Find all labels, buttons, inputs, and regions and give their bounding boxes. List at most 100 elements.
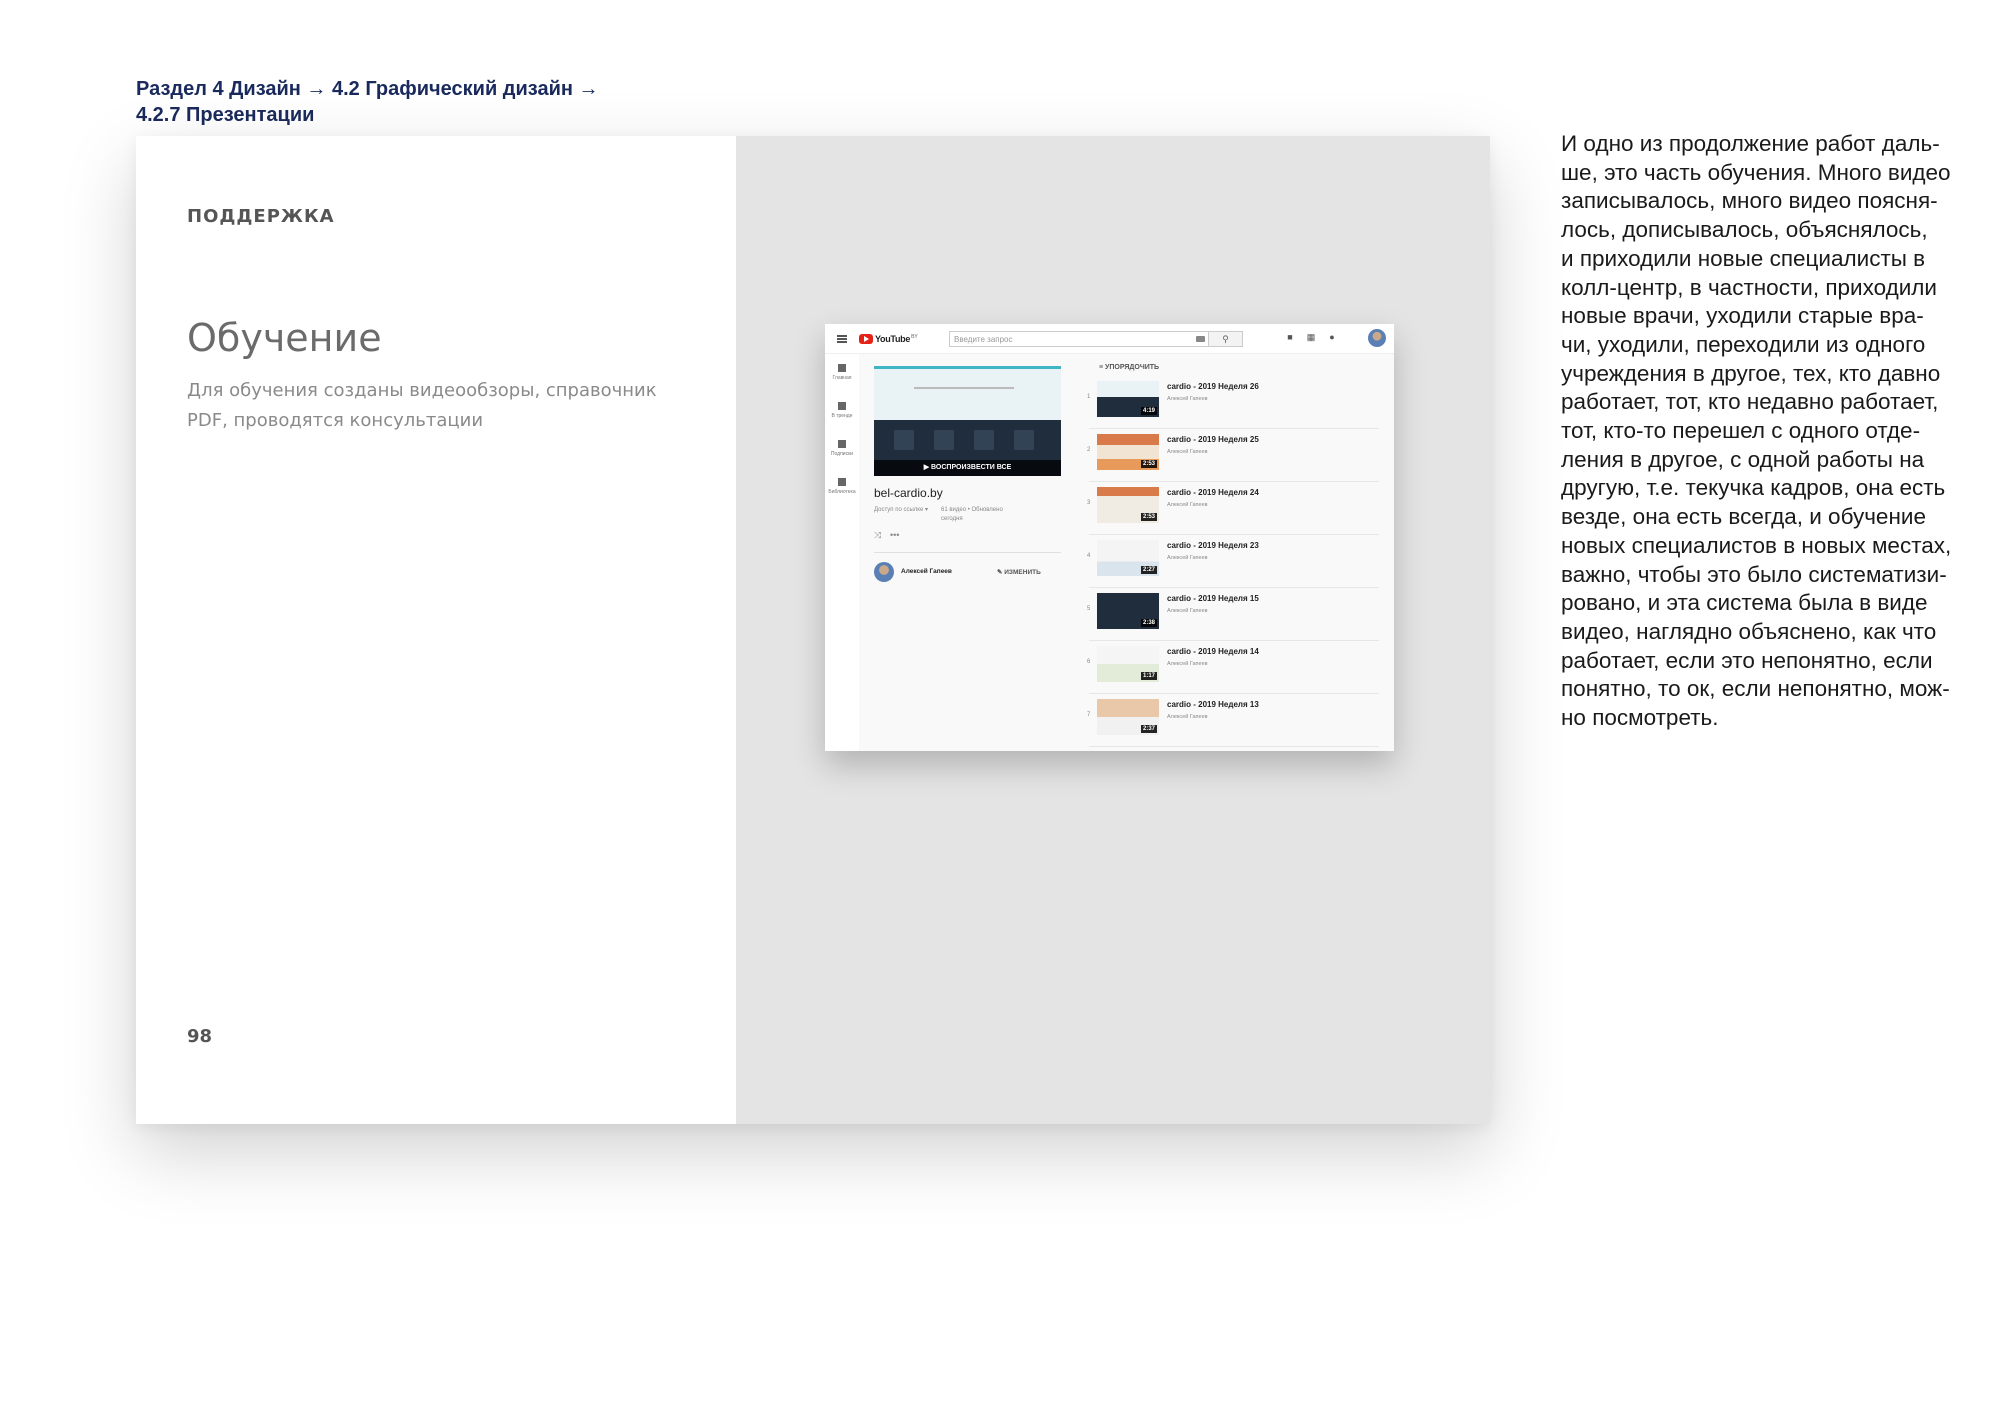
video-index: 1: [1087, 394, 1091, 400]
video-thumbnail: 2:53: [1097, 487, 1159, 523]
body-text-line: новые врачи, уходили старые вра-: [1561, 303, 1924, 329]
body-text-line: И одно из продолжение работ даль-: [1561, 131, 1940, 156]
video-camera-icon: ■: [1287, 332, 1293, 342]
video-author: Алексей Гапеев: [1167, 555, 1208, 561]
video-duration: 2:38: [1140, 619, 1157, 627]
video-row: 2 2:53 cardio - 2019 Неделя 25 Алексей Гапе…: [1079, 429, 1379, 482]
video-index: 2: [1087, 447, 1091, 453]
video-author: Алексей Гапеев: [1167, 502, 1208, 508]
video-row: 7 2:37 cardio - 2019 Неделя 13 Алексей Гапе…: [1079, 694, 1379, 747]
body-text-line: важно, чтобы это было систематизи-: [1561, 561, 1947, 587]
body-text-line: видео, наглядно объяснено, как что: [1561, 618, 1937, 644]
body-text-line: но посмотреть.: [1561, 705, 1719, 731]
video-title: cardio - 2019 Неделя 13: [1167, 700, 1259, 709]
video-row: 4 2:27 cardio - 2019 Неделя 23 Алексей Гапе…: [1079, 535, 1379, 588]
sidebar-item-label: В тренде: [831, 413, 853, 419]
video-title: cardio - 2019 Неделя 26: [1167, 382, 1259, 391]
body-text-line: и приходили новые специалисты в: [1561, 245, 1926, 271]
video-index: 5: [1087, 606, 1091, 612]
video-author: Алексей Гапеев: [1167, 714, 1208, 720]
video-index: 4: [1087, 553, 1091, 559]
video-duration: 4:19: [1140, 407, 1157, 415]
video-thumbnail: 1:17: [1097, 646, 1159, 682]
edit-button: ✎ ИЗМЕНИТЬ: [997, 569, 1041, 576]
home-icon: [838, 364, 846, 372]
section-kicker: ПОДДЕРЖКА: [187, 206, 335, 227]
video-title: cardio - 2019 Неделя 25: [1167, 435, 1259, 444]
video-thumbnail: 2:38: [1097, 593, 1159, 629]
breadcrumb-line-2: 4.2.7 Презентации: [136, 104, 315, 126]
sidebar-item-library: Библиотека: [825, 478, 859, 495]
sidebar-item-home: Главная: [825, 364, 859, 381]
youtube-logo: YouTube BY: [859, 333, 918, 344]
body-text-line: ления в другое, с одной работы на: [1561, 446, 1925, 472]
playlist-access: Доступ по ссылке ▾: [874, 507, 928, 513]
left-page: ПОДДЕРЖКА Обучение Для обучения созданы …: [136, 136, 736, 1124]
sidebar-item-subscriptions: Подписки: [825, 440, 859, 457]
video-author: Алексей Гапеев: [1167, 661, 1208, 667]
video-author: Алексей Гапеев: [1167, 449, 1208, 455]
youtube-screenshot: YouTube BY Введите запрос ⚲ ■ ▦ ● Главна…: [825, 324, 1394, 751]
video-thumbnail: 4:19: [1097, 381, 1159, 417]
sidebar-item-label: Библиотека: [828, 489, 856, 495]
playlist-thumbnail: ▶ ВОСПРОИЗВЕСТИ ВСЕ: [874, 366, 1061, 476]
video-duration: 2:53: [1140, 460, 1157, 468]
body-text-line: чи, уходили, переходили из одного: [1561, 331, 1926, 357]
sidebar-item-trending: В тренде: [825, 402, 859, 419]
video-thumbnail: 2:37: [1097, 699, 1159, 735]
video-row: 6 1:17 cardio - 2019 Неделя 14 Алексей Гапе…: [1079, 641, 1379, 694]
menu-icon: [837, 334, 847, 343]
video-index: 3: [1087, 500, 1091, 506]
video-row: 5 2:38 cardio - 2019 Неделя 15 Алексей Гапе…: [1079, 588, 1379, 641]
video-author: Алексей Гапеев: [1167, 396, 1208, 402]
video-duration: 2:53: [1140, 513, 1157, 521]
video-index: 6: [1087, 659, 1091, 665]
playlist-stats: 61 видео • Обновлено сегодня: [941, 507, 1003, 522]
page-number: 98: [187, 1026, 213, 1047]
body-text-line: ровано, и эта система была в виде: [1561, 590, 1928, 616]
right-page: YouTube BY Введите запрос ⚲ ■ ▦ ● Главна…: [736, 136, 1490, 1124]
video-title: cardio - 2019 Неделя 24: [1167, 488, 1259, 497]
presentation-spread: ПОДДЕРЖКА Обучение Для обучения созданы …: [136, 136, 1490, 1124]
subscriptions-icon: [838, 440, 846, 448]
youtube-play-icon: [859, 333, 873, 344]
folder-icon: [838, 478, 846, 486]
video-row: 3 2:53 cardio - 2019 Неделя 24 Алексей Гапе…: [1079, 482, 1379, 535]
breadcrumb-line-1: Раздел 4 Дизайн → 4.2 Графический дизайн…: [136, 78, 599, 100]
playlist-owner: Алексей Гапеев: [901, 568, 952, 575]
body-text-line: работает, если это непонятно, если: [1561, 647, 1933, 673]
page-description: Для обучения созданы видеообзоры, справо…: [187, 380, 657, 431]
video-list: ≡ УПОРЯДОЧИТЬ 1 4:19 cardio - 2019 Неделя …: [1079, 354, 1394, 751]
body-text-line: другую, т.е. текучка кадров, она есть: [1561, 475, 1946, 501]
body-text-line: ше, это часть обучения. Много видео: [1561, 159, 1951, 185]
divider: [874, 552, 1061, 553]
body-text-line: понятно, то ок, если непонятно, мож-: [1561, 676, 1950, 702]
video-duration: 2:37: [1140, 725, 1157, 733]
youtube-account-avatar: [1368, 329, 1386, 347]
video-index: 7: [1087, 712, 1091, 718]
body-text-line: везде, она есть всегда, и обучение: [1561, 504, 1926, 530]
playlist-title: bel-cardio.by: [874, 486, 943, 500]
body-text-line: работает, тот, кто недавно работает,: [1561, 389, 1939, 415]
video-row: 1 4:19 cardio - 2019 Неделя 26 Алексей Гапе…: [1079, 376, 1379, 429]
playlist-panel: ▶ ВОСПРОИЗВЕСТИ ВСЕ bel-cardio.by Доступ…: [859, 354, 1079, 751]
keyboard-icon: [1196, 336, 1205, 342]
youtube-logo-text: YouTube: [875, 333, 911, 344]
sidebar-item-label: Главная: [832, 375, 852, 381]
body-text: И одно из продолжение работ даль-ше, это…: [1561, 130, 1981, 733]
apps-grid-icon: ▦: [1306, 332, 1316, 342]
owner-avatar: [874, 562, 894, 582]
body-text-line: тот, кто-то перешел с одного отде-: [1561, 418, 1921, 444]
more-icon: •••: [890, 530, 900, 540]
youtube-search-input: Введите запрос: [949, 331, 1209, 347]
youtube-logo-region: BY: [911, 333, 918, 340]
body-text-line: новых специалистов в новых местах,: [1561, 532, 1952, 558]
page-title: Обучение: [187, 316, 382, 360]
video-title: cardio - 2019 Неделя 14: [1167, 647, 1259, 656]
play-all-button: ▶ ВОСПРОИЗВЕСТИ ВСЕ: [874, 460, 1061, 476]
body-text-line: колл-центр, в частности, приходили: [1561, 274, 1937, 300]
youtube-search-placeholder: Введите запрос: [954, 335, 1013, 344]
video-title: cardio - 2019 Неделя 23: [1167, 541, 1259, 550]
sort-button: ≡ УПОРЯДОЧИТЬ: [1099, 364, 1160, 371]
body-text-line: записывалось, много видео поясня-: [1561, 188, 1938, 214]
